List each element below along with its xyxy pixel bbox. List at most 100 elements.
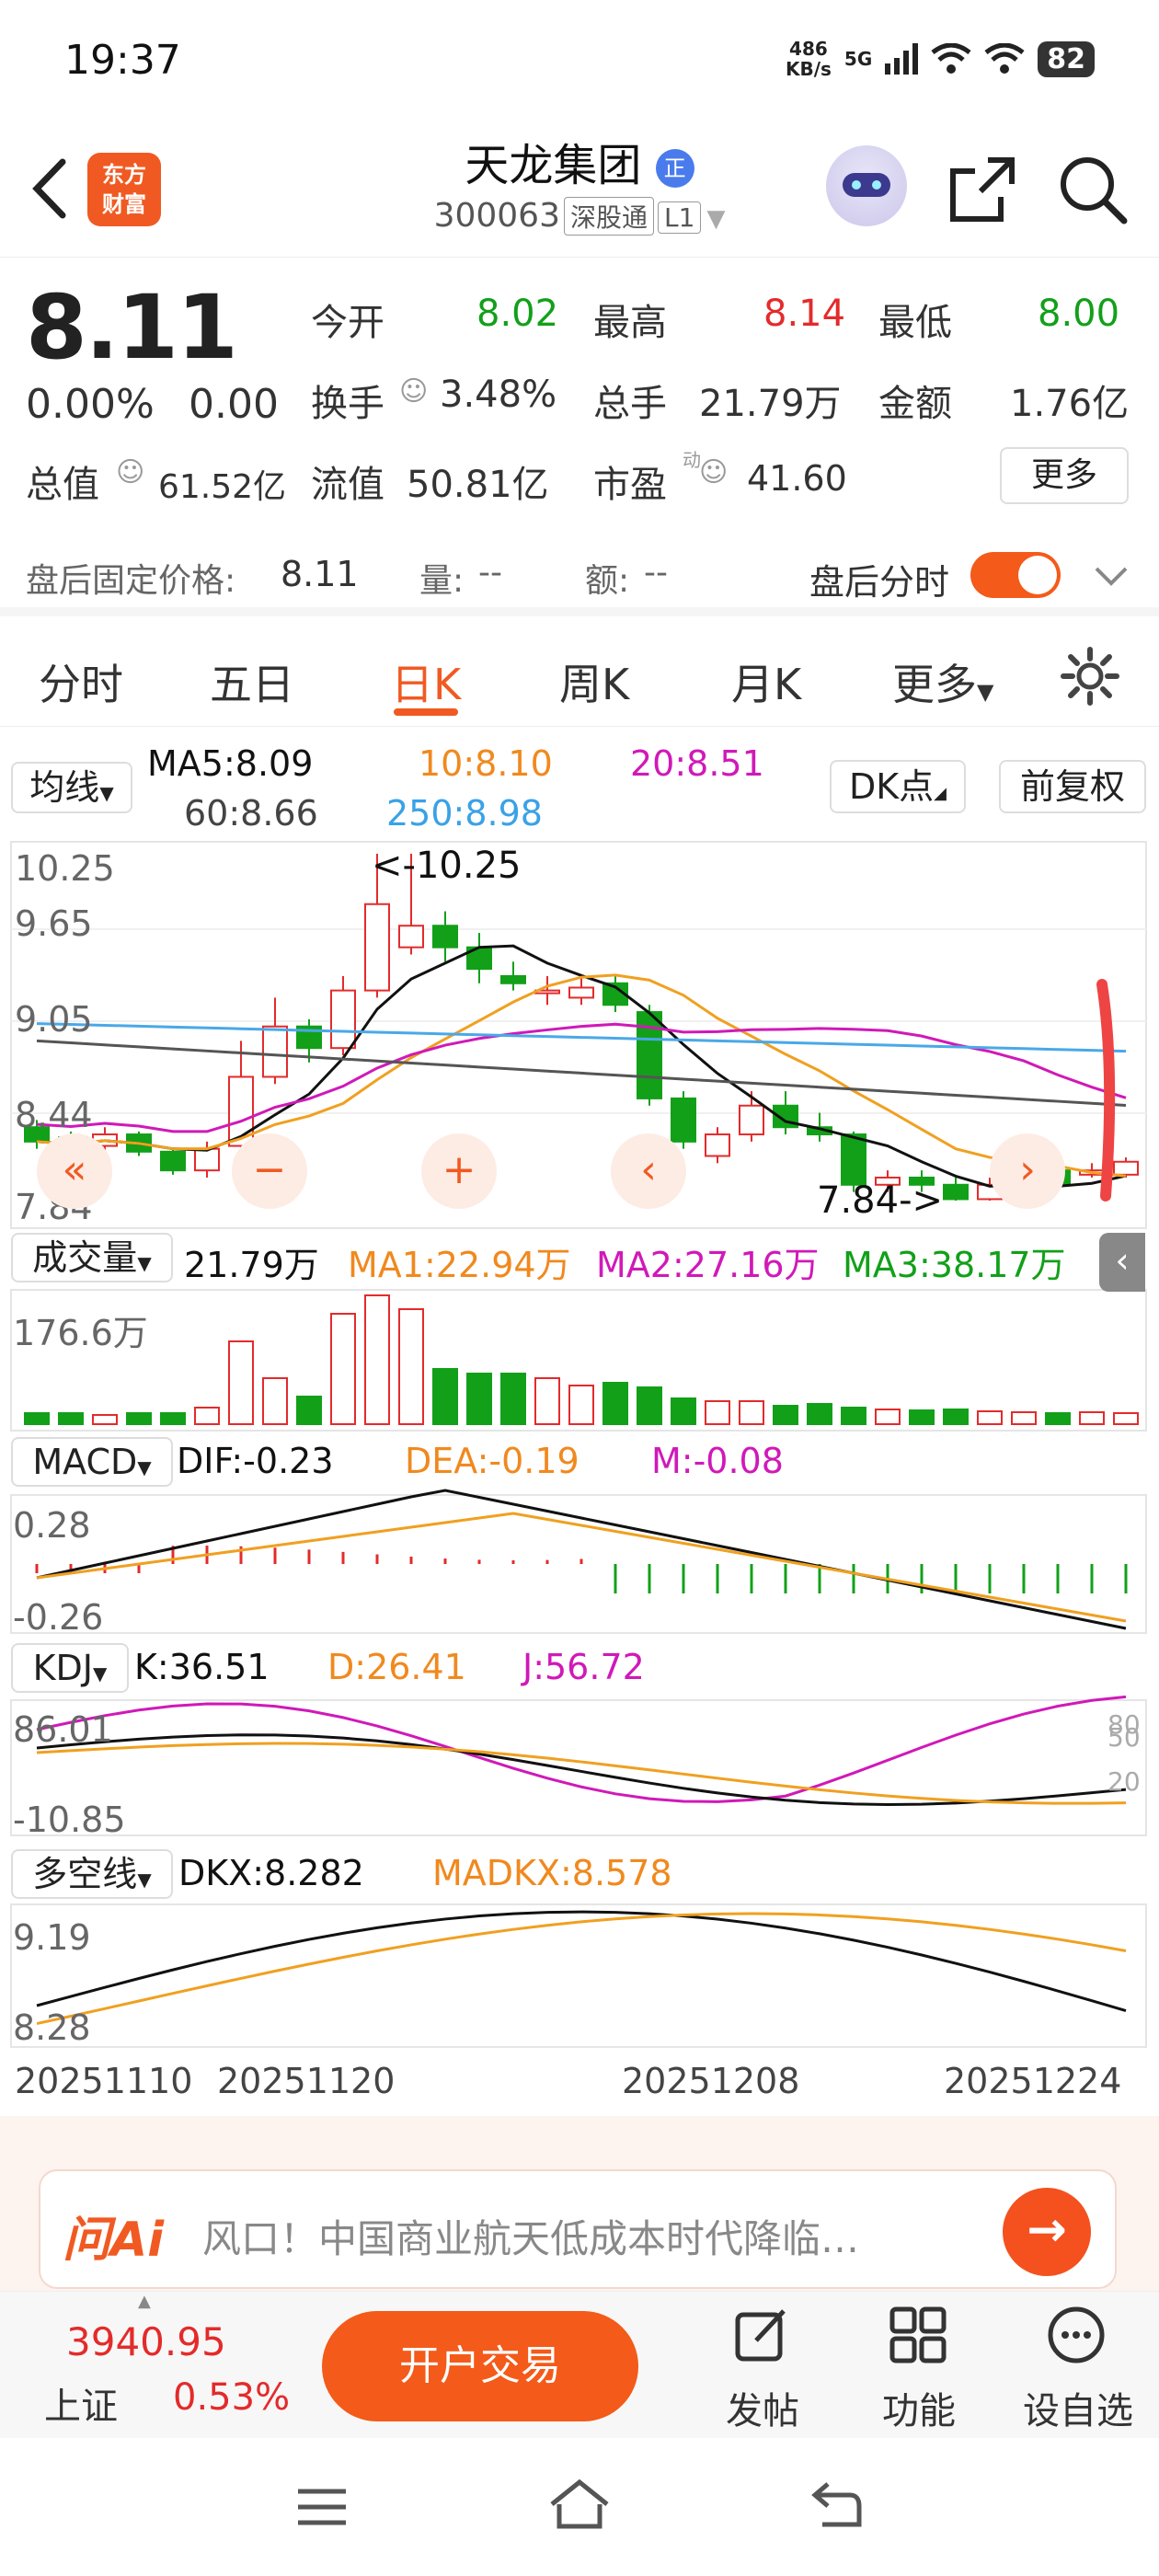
volume-bar [909, 1409, 935, 1425]
grid-functions-icon[interactable] [889, 2306, 947, 2364]
index-value[interactable]: 3940.95 [66, 2319, 226, 2364]
ma20-line [36, 1022, 1127, 1133]
menu-icon[interactable] [294, 2484, 350, 2530]
robot-avatar-icon[interactable] [826, 145, 907, 226]
back-nav-icon[interactable] [809, 2478, 865, 2530]
verified-badge: 正 [655, 149, 694, 188]
tab-wuri[interactable]: 五日 [210, 651, 294, 712]
dif-label: DIF:-0.23 [177, 1441, 334, 1481]
info-icon[interactable]: ☺ [399, 375, 428, 408]
candle-body [330, 989, 356, 1050]
pe-sup: 动 [683, 449, 701, 471]
ai-headline[interactable]: 风口！中国商业航天低成本时代降临… [202, 2208, 859, 2264]
tab-fenshi[interactable]: 分时 [39, 651, 123, 712]
dea-label: DEA:-0.19 [405, 1441, 580, 1481]
mcap-value: 61.52亿 [158, 468, 287, 506]
scroll-left-button[interactable]: « [37, 1133, 112, 1209]
amount-label: 金额 [878, 383, 952, 425]
zoom-out-button[interactable]: − [232, 1133, 307, 1209]
zoom-in-button[interactable]: + [421, 1133, 497, 1209]
low-value: 8.00 [1038, 293, 1120, 335]
more-button[interactable]: 更多 [1000, 447, 1129, 504]
tab-monthly-k[interactable]: 月K [731, 651, 801, 712]
volume-bar [466, 1373, 492, 1425]
adjust-fq-button[interactable]: 前复权 [999, 760, 1146, 813]
indicator-dropdown-macd[interactable]: MACD▼ [11, 1437, 173, 1487]
open-value: 8.02 [476, 293, 559, 335]
add-watchlist-button[interactable]: 设自选 [1021, 2381, 1135, 2434]
after-price-label: 盘后固定价格: [26, 562, 236, 600]
volume-bar [296, 1396, 322, 1425]
volume-bar [1113, 1412, 1139, 1425]
sgt-tag: 深股通 [564, 197, 655, 236]
indicator-dropdown-volume[interactable]: 成交量▼ [11, 1233, 173, 1282]
kdj-ref-50: 50 [1107, 1722, 1141, 1753]
step-left-button[interactable]: ‹ [611, 1133, 686, 1209]
kdj-d-line [36, 1742, 1127, 1805]
indicator-dropdown-dkx[interactable]: 多空线▼ [11, 1849, 173, 1899]
candle-body [194, 1147, 220, 1172]
kline-chart[interactable] [0, 828, 1159, 2107]
chevron-down-icon[interactable] [1093, 563, 1130, 591]
indicator-dropdown-ma[interactable]: 均线▼ [11, 762, 132, 813]
volume-bar [92, 1414, 118, 1425]
volume-bar [977, 1410, 1003, 1425]
volume-bar [602, 1382, 628, 1425]
home-icon[interactable] [548, 2477, 611, 2532]
candle-body [739, 1104, 764, 1136]
tab-more[interactable]: 更多▼ [892, 651, 993, 712]
candle-body [1113, 1160, 1139, 1176]
kdj-d-label: D:26.41 [327, 1647, 466, 1687]
ma5-label: MA5:8.09 [147, 743, 314, 784]
info-icon[interactable]: ☺ [116, 456, 144, 489]
vol-ma3-label: MA3:38.17万 [843, 1245, 1066, 1285]
candle-body [500, 974, 526, 984]
settings-gear-icon[interactable] [1060, 646, 1120, 707]
volume-bar [432, 1368, 458, 1425]
period-tabs: 分时 五日 日K 周K 月K 更多▼ [0, 626, 1159, 727]
date-tick: 20251110 [15, 2061, 193, 2101]
arrow-right-icon[interactable]: → [1003, 2188, 1091, 2276]
more-dots-icon[interactable] [1047, 2306, 1106, 2364]
float-value: 50.81亿 [407, 464, 549, 506]
axis-label-main: 8.44 [15, 1095, 93, 1135]
search-icon[interactable] [1056, 153, 1130, 226]
volume-bar [330, 1313, 356, 1425]
dkx-axis-bottom: 8.28 [13, 2007, 91, 2048]
functions-button[interactable]: 功能 [868, 2381, 970, 2434]
collapse-panel-button[interactable]: ‹ [1099, 1233, 1145, 1292]
indicator-dropdown-kdj[interactable]: KDJ▼ [11, 1643, 129, 1693]
tab-daily-k[interactable]: 日K [391, 651, 461, 712]
candle-body [705, 1133, 730, 1157]
post-button[interactable]: 发帖 [712, 2381, 813, 2434]
kdj-axis-top: 86.01 [13, 1709, 113, 1750]
clock: 19:37 [64, 37, 181, 84]
volume-label: 21.79万 [184, 1245, 319, 1285]
ma10-line [36, 973, 1127, 1178]
compose-post-icon[interactable] [732, 2306, 791, 2364]
active-tab-indicator [394, 708, 458, 716]
madkx-label: MADKX:8.578 [432, 1853, 672, 1893]
low-label: 最低 [878, 302, 952, 344]
volume-bar [228, 1340, 254, 1425]
dk-point-button[interactable]: DK点◢ [830, 760, 966, 813]
macd-dea-line [36, 1512, 1127, 1623]
change-value: 0.00 [189, 381, 279, 428]
info-icon[interactable]: ☺ [699, 456, 728, 489]
tab-weekly-k[interactable]: 周K [559, 651, 629, 712]
after-vol-value: -- [478, 554, 502, 592]
step-right-button[interactable]: › [990, 1133, 1065, 1209]
candle-body [943, 1183, 969, 1201]
volume-bar [807, 1403, 832, 1425]
low-annotation: 7.84-> [817, 1179, 944, 1222]
macd-m-label: M:-0.08 [651, 1441, 784, 1481]
stock-header: 东方 财富 天龙集团 正 300063 深股通 L1 ▼ [0, 120, 1159, 258]
volume-bar [1045, 1412, 1071, 1425]
after-amt-label: 额: [585, 562, 630, 600]
candle-body [160, 1150, 186, 1172]
share-icon[interactable] [947, 155, 1017, 224]
candle-body [432, 925, 458, 949]
after-hours-toggle[interactable] [970, 552, 1061, 598]
open-account-trade-button[interactable]: 开户交易 [322, 2311, 638, 2421]
ai-logo: 问Ai [63, 2213, 165, 2268]
